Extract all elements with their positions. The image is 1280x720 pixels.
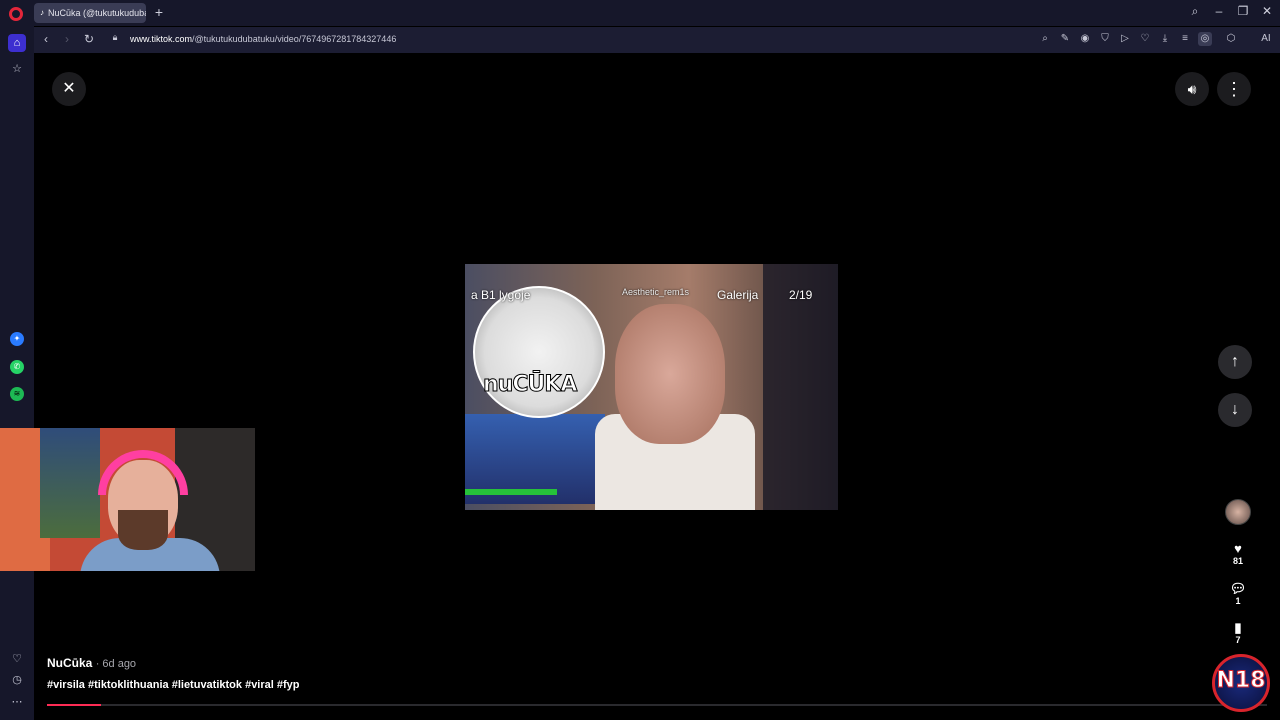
messenger-icon[interactable]: ✦	[10, 332, 24, 346]
post-author[interactable]: NuCūka · 6d ago	[47, 656, 136, 670]
download-icon[interactable]: ⤓	[1158, 32, 1172, 46]
webcam-overlay	[0, 428, 255, 571]
tab-title: NuCūka (@tukutukuduba	[48, 8, 146, 18]
reload-button[interactable]: ↻	[82, 32, 96, 46]
close-window-button[interactable]: ✕	[1258, 4, 1276, 18]
author-name[interactable]: NuCūka	[47, 656, 92, 670]
back-button[interactable]: ‹	[39, 32, 53, 46]
save-count: 7	[1235, 635, 1241, 645]
comment-action[interactable]: 💬︎ 1	[1226, 581, 1250, 607]
video-green-bar	[465, 489, 557, 495]
video-progress-bar[interactable]	[47, 704, 1267, 706]
menu-icon[interactable]: ≡	[1178, 32, 1192, 46]
save-action[interactable]: ▮ 7	[1226, 620, 1250, 646]
previous-video-button[interactable]: ↑	[1218, 345, 1252, 379]
opera-logo-icon[interactable]	[9, 7, 23, 21]
address-bar: ‹ › ↻ 🔒︎ www.tiktok.com/@tukutukudubatuk…	[34, 27, 1280, 53]
home-icon[interactable]: ⌂	[8, 34, 26, 52]
url-path: /@tukutukudubatuku/video/767496728178432…	[192, 34, 397, 44]
aria-ai-icon[interactable]: AI	[1256, 32, 1276, 46]
heart-icon[interactable]: ♡	[1138, 32, 1152, 46]
author-avatar[interactable]	[1225, 499, 1251, 525]
like-count: 81	[1232, 556, 1243, 566]
overlay-aesthetic-text: Aesthetic_rem1s	[622, 287, 690, 297]
more-sidebar-icon[interactable]: ⋯	[8, 693, 26, 711]
heart-icon: ♥	[1234, 541, 1242, 556]
history-icon[interactable]: ◷	[8, 671, 26, 689]
url-host: www.tiktok.com	[130, 34, 193, 44]
comment-count: 1	[1235, 596, 1241, 606]
overlay-gallery-text: Galerija	[717, 288, 759, 302]
video-person-face	[615, 304, 725, 444]
video-player[interactable]: nuCŪKA a B1 lygoje Aesthetic_rem1s Galer…	[465, 264, 838, 510]
more-options-button[interactable]: ⋮	[1217, 72, 1251, 106]
extensions-icon[interactable]: ⬡	[1224, 32, 1238, 46]
new-tab-button[interactable]: +	[152, 5, 166, 19]
video-stage: ✕ 🔊︎ ⋮ ↑ ↓ nuCŪKA a B1 lygoje Aesthetic_…	[34, 53, 1280, 720]
heart-sidebar-icon[interactable]: ♡	[8, 650, 26, 668]
search-tabs-icon[interactable]: ⌕	[1186, 4, 1204, 19]
overlay-counter-text: 2/19	[789, 288, 813, 302]
logo-text: nuCŪKA	[482, 372, 577, 398]
video-progress-fill	[47, 704, 101, 706]
comment-icon: 💬︎	[1229, 581, 1247, 596]
minimize-button[interactable]: –	[1210, 4, 1228, 18]
nucuka-logo	[473, 286, 605, 418]
camera-icon[interactable]: ◉	[1078, 32, 1092, 46]
maximize-button[interactable]: ❐	[1234, 4, 1252, 18]
star-icon[interactable]: ☆	[8, 60, 26, 78]
shield-icon[interactable]: ⛉	[1098, 32, 1112, 46]
active-tab[interactable]: ♪ NuCūka (@tukutukuduba	[34, 3, 146, 23]
url-field[interactable]: www.tiktok.com/@tukutukudubatuku/video/7…	[130, 34, 396, 44]
spotify-icon[interactable]: ≋	[10, 387, 24, 401]
whatsapp-icon[interactable]: ✆	[10, 360, 24, 374]
edit-icon[interactable]: ✎	[1058, 32, 1072, 46]
webcam-artwork	[40, 428, 100, 538]
next-video-button[interactable]: ↓	[1218, 393, 1252, 427]
tiktok-favicon-icon: ♪	[40, 8, 44, 17]
browser-sidebar: ⌂ ☆ ✦ ✆ ≋ ♡ ◷ ⋯	[0, 26, 34, 720]
forward-button[interactable]: ›	[60, 32, 74, 46]
overlay-league-text: a B1 lygoje	[471, 288, 531, 302]
volume-button[interactable]: 🔊︎	[1175, 72, 1209, 106]
n18-badge: N18	[1212, 654, 1270, 712]
play-icon[interactable]: ▷	[1118, 32, 1132, 46]
post-age: · 6d ago	[95, 658, 137, 670]
profile-icon[interactable]: ◎	[1198, 32, 1212, 46]
lock-icon: 🔒︎	[112, 32, 118, 42]
close-video-button[interactable]: ✕	[52, 72, 86, 106]
webcam-person-beard	[118, 510, 168, 550]
zoom-icon[interactable]: ⌕	[1038, 32, 1052, 46]
bookmark-icon: ▮	[1234, 620, 1242, 635]
like-action[interactable]: ♥ 81	[1226, 541, 1250, 567]
post-caption[interactable]: #virsila #tiktoklithuania #lietuvatiktok…	[47, 679, 300, 691]
tab-bar: ♪ NuCūka (@tukutukuduba + ⌕ – ❐ ✕	[0, 0, 1280, 26]
